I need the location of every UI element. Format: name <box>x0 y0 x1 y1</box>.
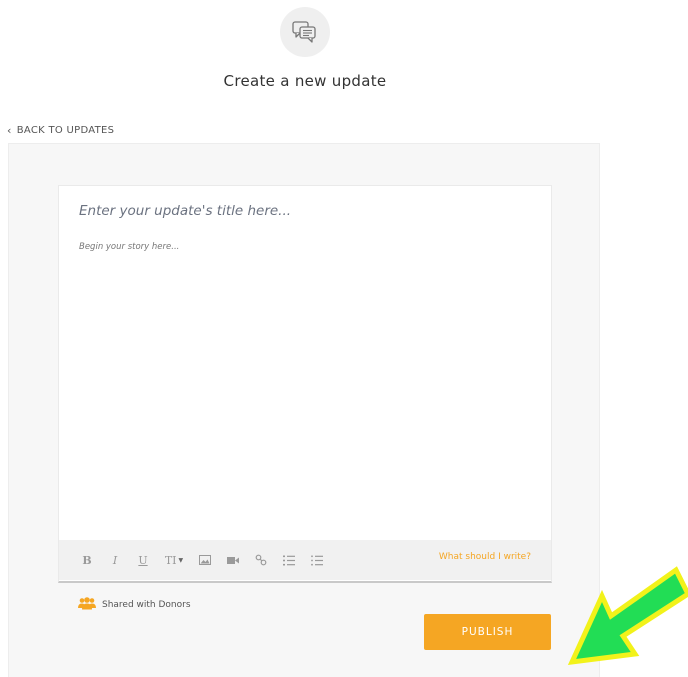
green-arrow-annotation <box>567 566 688 666</box>
story-body-input[interactable] <box>79 242 539 522</box>
chevron-left-icon: ‹ <box>7 124 12 137</box>
italic-button[interactable]: I <box>101 548 129 572</box>
what-should-i-write-link[interactable]: What should I write? <box>439 552 531 562</box>
formatting-toolbar: B I U TI ▼ What should I write? <box>59 540 551 580</box>
image-icon[interactable] <box>191 548 219 572</box>
shared-label: Shared with Donors <box>102 600 191 610</box>
shared-with-donors: Shared with Donors <box>78 597 191 613</box>
users-icon <box>78 597 96 613</box>
ordered-list-icon[interactable] <box>275 548 303 572</box>
unordered-list-icon[interactable] <box>303 548 331 572</box>
back-link-label: BACK TO UPDATES <box>16 125 115 136</box>
chat-bubbles-icon <box>280 7 330 57</box>
publish-button[interactable]: PUBLISH <box>424 614 551 650</box>
underline-button[interactable]: U <box>129 548 157 572</box>
page-title: Create a new update <box>223 72 387 90</box>
text-size-dropdown[interactable]: TI ▼ <box>157 548 191 572</box>
create-update-page: Create a new update ‹ BACK TO UPDATES B … <box>0 0 688 677</box>
text-size-label: TI <box>164 553 177 567</box>
video-icon[interactable] <box>219 548 247 572</box>
link-icon[interactable] <box>247 548 275 572</box>
update-title-input[interactable] <box>79 203 539 219</box>
editor-card: B I U TI ▼ <box>58 185 552 583</box>
caret-down-icon: ▼ <box>178 556 184 564</box>
back-to-updates-link[interactable]: ‹ BACK TO UPDATES <box>7 125 114 136</box>
bold-button[interactable]: B <box>73 548 101 572</box>
